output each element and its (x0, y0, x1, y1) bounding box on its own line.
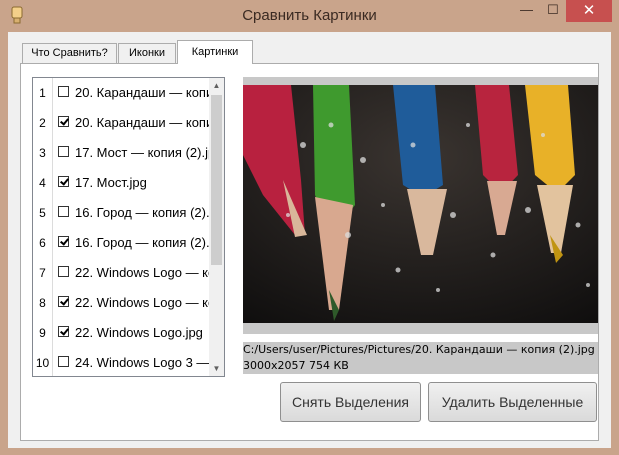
client-area: Что Сравнить? Иконки Картинки 1 20. Кара… (8, 32, 611, 448)
scroll-down-icon[interactable]: ▼ (209, 361, 224, 376)
tab-icons[interactable]: Иконки (118, 43, 176, 63)
list-item[interactable]: 6 16. Город — копия (2).jpg (33, 228, 209, 258)
image-info: 3000x2057 754 КВ (243, 358, 598, 374)
row-number: 9 (33, 318, 53, 348)
image-preview (243, 77, 598, 334)
row-checkbox[interactable] (58, 326, 69, 337)
list-item[interactable]: 1 20. Карандаши — копия (33, 78, 209, 108)
list-item[interactable]: 9 22. Windows Logo.jpg (33, 318, 209, 348)
row-number: 1 (33, 78, 53, 108)
list-item[interactable]: 7 22. Windows Logo — копия (33, 258, 209, 288)
scroll-up-icon[interactable]: ▲ (209, 78, 224, 93)
app-window: Сравнить Картинки — ☐ ✕ Что Сравнить? Ик… (0, 0, 619, 455)
minimize-icon: — (520, 2, 533, 17)
list-item[interactable]: 10 24. Windows Logo 3 — копия (33, 348, 209, 376)
row-checkbox[interactable] (58, 116, 69, 127)
row-number: 2 (33, 108, 53, 138)
title-bar[interactable]: Сравнить Картинки — ☐ ✕ (0, 0, 619, 32)
deselect-button[interactable]: Снять Выделения (280, 382, 421, 422)
row-checkbox[interactable] (58, 86, 69, 97)
row-label: 17. Мост.jpg (75, 175, 147, 190)
row-number: 5 (33, 198, 53, 228)
row-number: 10 (33, 348, 53, 376)
close-button[interactable]: ✕ (566, 0, 612, 22)
row-checkbox[interactable] (58, 356, 69, 367)
list-item[interactable]: 4 17. Мост.jpg (33, 168, 209, 198)
preview-image (243, 85, 598, 323)
row-label: 16. Город — копия (2).jpg (75, 235, 209, 250)
list-item[interactable]: 5 16. Город — копия (2).jpg (33, 198, 209, 228)
row-number: 4 (33, 168, 53, 198)
list-item[interactable]: 3 17. Мост — копия (2).jpg (33, 138, 209, 168)
list-item[interactable]: 2 20. Карандаши — копия (33, 108, 209, 138)
maximize-button[interactable]: ☐ (540, 0, 566, 22)
row-checkbox[interactable] (58, 236, 69, 247)
list-scrollbar[interactable]: ▲ ▼ (209, 78, 224, 376)
close-icon: ✕ (582, 2, 596, 19)
row-checkbox[interactable] (58, 206, 69, 217)
list-item[interactable]: 8 22. Windows Logo — копия (33, 288, 209, 318)
row-number: 6 (33, 228, 53, 258)
minimize-button[interactable]: — (513, 0, 540, 22)
row-label: 20. Карандаши — копия (75, 85, 209, 100)
tab-panel-pictures: 1 20. Карандаши — копия 2 20. Карандаши … (20, 63, 599, 441)
row-number: 8 (33, 288, 53, 318)
row-number: 3 (33, 138, 53, 168)
maximize-icon: ☐ (547, 2, 559, 17)
tab-pictures[interactable]: Картинки (177, 40, 253, 64)
image-list[interactable]: 1 20. Карандаши — копия 2 20. Карандаши … (32, 77, 225, 377)
row-checkbox[interactable] (58, 296, 69, 307)
scrollbar-thumb[interactable] (211, 95, 222, 265)
tab-what-compare[interactable]: Что Сравнить? (22, 43, 117, 63)
image-path: C:/Users/user/Pictures/Pictures/20. Кара… (243, 342, 598, 358)
row-number: 7 (33, 258, 53, 288)
row-label: 22. Windows Logo.jpg (75, 325, 203, 340)
row-checkbox[interactable] (58, 176, 69, 187)
row-label: 17. Мост — копия (2).jpg (75, 145, 209, 160)
row-label: 16. Город — копия (2).jpg (75, 205, 209, 220)
row-checkbox[interactable] (58, 266, 69, 277)
delete-selected-button[interactable]: Удалить Выделенные (428, 382, 597, 422)
row-label: 22. Windows Logo — копия (75, 265, 209, 280)
row-label: 22. Windows Logo — копия (75, 295, 209, 310)
row-label: 24. Windows Logo 3 — копия (75, 355, 209, 370)
row-checkbox[interactable] (58, 146, 69, 157)
row-label: 20. Карандаши — копия (75, 115, 209, 130)
